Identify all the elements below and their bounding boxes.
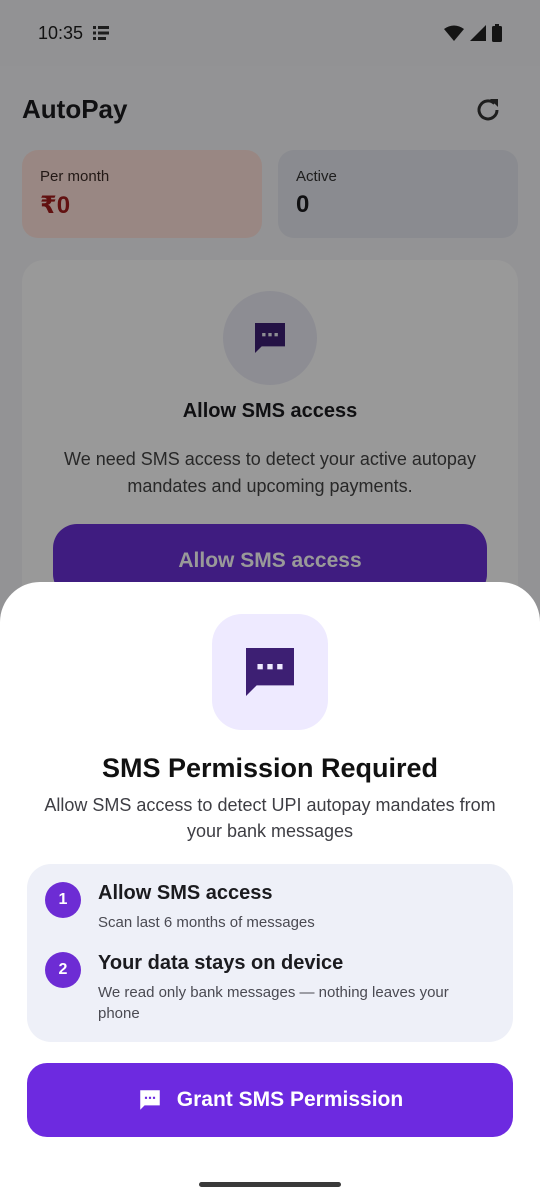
sheet-icon-container [212, 614, 328, 730]
sms-icon [246, 648, 294, 696]
step-number-badge: 1 [45, 882, 81, 918]
step-description: Scan last 6 months of messages [98, 914, 315, 931]
gesture-nav-handle[interactable] [199, 1182, 341, 1187]
grant-button-label: Grant SMS Permission [176, 1088, 404, 1111]
step-title: Your data stays on device [98, 952, 344, 974]
permission-steps: 1 Allow SMS access Scan last 6 months of… [27, 864, 513, 1042]
permission-bottom-sheet: SMS Permission Required Allow SMS access… [0, 582, 540, 1200]
step-description: We read only bank messages — nothing lea… [98, 984, 449, 1022]
step-number-badge: 2 [45, 952, 81, 988]
sheet-title: SMS Permission Required [101, 753, 439, 783]
grant-sms-permission-button[interactable]: Grant SMS Permission [27, 1063, 513, 1137]
step-title: Allow SMS access [98, 882, 273, 904]
sheet-description: Allow SMS access to detect UPI autopay m… [44, 795, 496, 841]
sms-icon [140, 1090, 160, 1110]
